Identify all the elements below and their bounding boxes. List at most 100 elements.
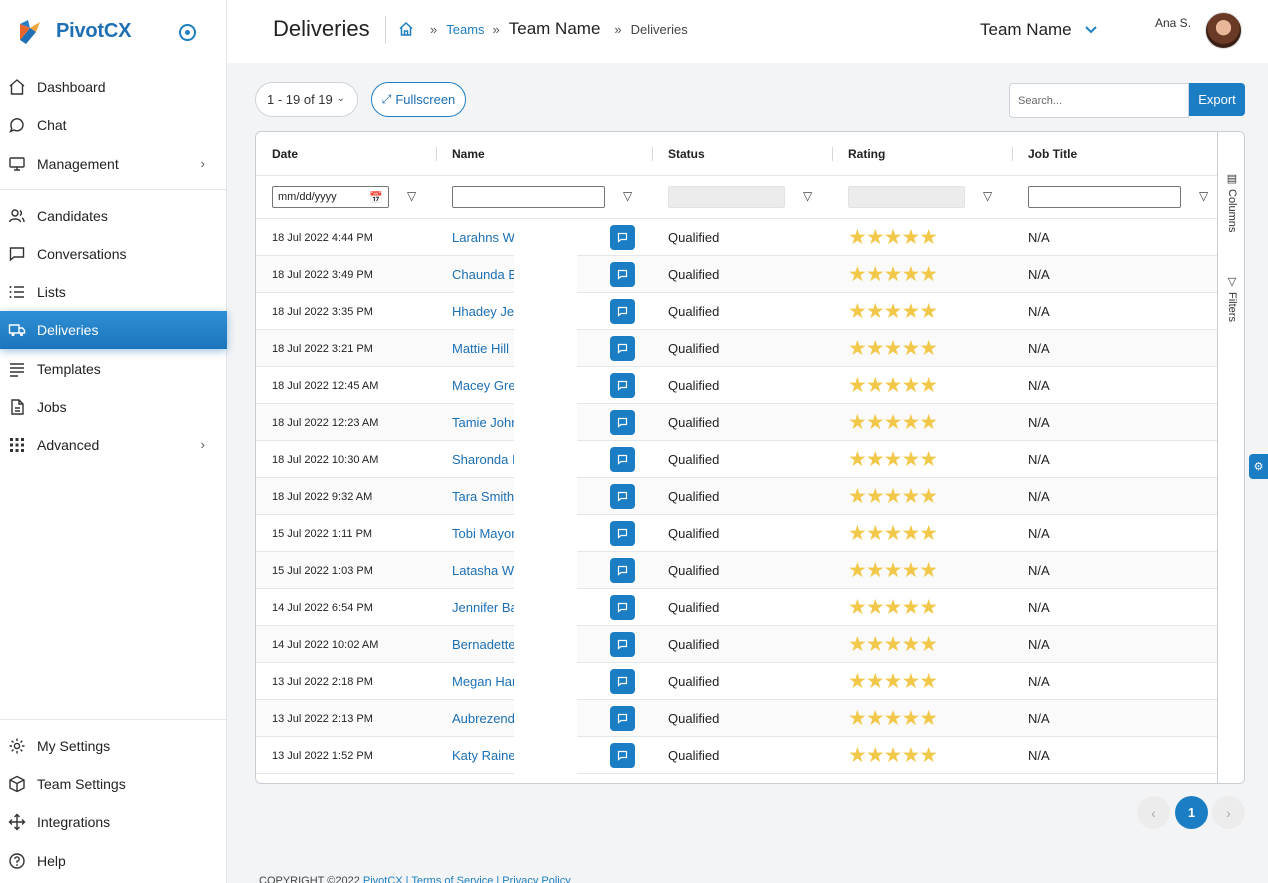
candidate-name-link[interactable]: Mattie Hill: [452, 330, 514, 367]
column-header-job-title[interactable]: Job Title: [1028, 147, 1077, 161]
table-row[interactable]: 18 Jul 2022 4:44 PM Larahns W Qualified ★★★…: [256, 219, 1217, 256]
table-row[interactable]: 18 Jul 2022 12:45 AM Macey Gre Qualified ★★…: [256, 367, 1217, 404]
chat-icon[interactable]: [610, 484, 635, 509]
table-row[interactable]: 13 Jul 2022 1:52 PM Katy Raine Qualified ★★…: [256, 737, 1217, 774]
chat-icon[interactable]: [610, 558, 635, 583]
columns-tab[interactable]: ▤ Columns: [1225, 172, 1239, 232]
filter-icon[interactable]: ▽: [803, 189, 812, 203]
column-resize-handle[interactable]: [1012, 147, 1013, 161]
chat-icon[interactable]: [610, 262, 635, 287]
column-header-name[interactable]: Name: [452, 147, 485, 161]
sidebar-item-my-settings[interactable]: My Settings: [0, 727, 227, 765]
sidebar-item-dashboard[interactable]: Dashboard: [0, 68, 227, 106]
sidebar-item-team-settings[interactable]: Team Settings: [0, 765, 227, 803]
user-name[interactable]: Ana S.: [1155, 16, 1191, 30]
export-button[interactable]: Export: [1189, 83, 1245, 116]
filter-icon[interactable]: ▽: [1199, 189, 1208, 203]
table-row[interactable]: 14 Jul 2022 6:54 PM Jennifer Ba Qualified ★…: [256, 589, 1217, 626]
sidebar-item-conversations[interactable]: Conversations: [0, 235, 227, 273]
chat-icon[interactable]: [610, 299, 635, 324]
filter-icon[interactable]: ▽: [623, 189, 632, 203]
chat-icon[interactable]: [610, 521, 635, 546]
footer-links[interactable]: PivotCX | Terms of Service | Privacy Pol…: [363, 875, 571, 883]
rating-stars: ★★★★★: [848, 670, 938, 693]
current-page-button[interactable]: 1: [1175, 796, 1208, 829]
sidebar-item-advanced[interactable]: Advanced ›: [0, 426, 227, 464]
candidate-name-link[interactable]: Bernadette: [452, 626, 514, 663]
sidebar-item-jobs[interactable]: Jobs: [0, 388, 227, 426]
table-row[interactable]: 13 Jul 2022 2:13 PM Aubrezend Qualified ★★★…: [256, 700, 1217, 737]
table-row[interactable]: 14 Jul 2022 10:02 AM Bernadette Qualified ★…: [256, 626, 1217, 663]
candidate-name-link[interactable]: Tamie Johr: [452, 404, 514, 441]
candidate-name-link[interactable]: Larahns W: [452, 219, 514, 256]
target-icon[interactable]: [179, 24, 196, 41]
chat-icon[interactable]: [610, 373, 635, 398]
fullscreen-button[interactable]: ⤢ Fullscreen: [371, 82, 466, 117]
status-cell: Qualified: [668, 267, 720, 282]
candidate-name-link[interactable]: Megan Har: [452, 663, 514, 700]
sidebar-item-deliveries[interactable]: Deliveries: [0, 311, 227, 349]
candidate-name-link[interactable]: Chaunda B: [452, 256, 514, 293]
candidate-name-link[interactable]: Latasha W: [452, 552, 514, 589]
next-page-button[interactable]: ›: [1212, 796, 1245, 829]
filter-icon[interactable]: ▽: [983, 189, 992, 203]
column-resize-handle[interactable]: [436, 147, 437, 161]
candidate-name-link[interactable]: Jennifer Ba: [452, 589, 514, 626]
home-icon[interactable]: [398, 21, 414, 37]
table-row[interactable]: 18 Jul 2022 10:30 AM Sharonda I Qualified ★…: [256, 441, 1217, 478]
chat-icon[interactable]: [610, 336, 635, 361]
search-input[interactable]: [1009, 83, 1189, 118]
rating-stars: ★★★★★: [848, 411, 938, 434]
chat-icon[interactable]: [610, 743, 635, 768]
chat-icon[interactable]: [610, 706, 635, 731]
column-header-rating[interactable]: Rating: [848, 147, 885, 161]
column-resize-handle[interactable]: [832, 147, 833, 161]
table-row[interactable]: 15 Jul 2022 1:03 PM Latasha W Qualified ★★★…: [256, 552, 1217, 589]
breadcrumb-teams-link[interactable]: Teams: [446, 22, 484, 37]
filter-icon[interactable]: ▽: [407, 189, 416, 203]
date-filter-input[interactable]: mm/dd/yyyy 📅: [272, 186, 389, 208]
sidebar-item-integrations[interactable]: Integrations: [0, 803, 227, 841]
column-header-status[interactable]: Status: [668, 147, 705, 161]
chat-icon[interactable]: [610, 669, 635, 694]
candidate-name-link[interactable]: Katy Raine: [452, 737, 514, 774]
sidebar-item-lists[interactable]: Lists: [0, 273, 227, 311]
name-filter-input[interactable]: [452, 186, 605, 208]
status-cell: Qualified: [668, 230, 720, 245]
candidate-name-link[interactable]: Sharonda I: [452, 441, 514, 478]
table-row[interactable]: 18 Jul 2022 3:21 PM Mattie Hill Qualified ★…: [256, 330, 1217, 367]
previous-page-button[interactable]: ‹: [1137, 796, 1170, 829]
candidate-name-link[interactable]: Tara Smith: [452, 478, 514, 515]
breadcrumb-team-name[interactable]: Team Name: [509, 19, 601, 39]
avatar[interactable]: [1205, 12, 1242, 49]
chat-icon[interactable]: [610, 595, 635, 620]
chat-icon[interactable]: [610, 410, 635, 435]
table-row[interactable]: 18 Jul 2022 12:23 AM Tamie Johr Qualified ★…: [256, 404, 1217, 441]
table-row[interactable]: 18 Jul 2022 9:32 AM Tara Smith Qualified ★★…: [256, 478, 1217, 515]
column-header-date[interactable]: Date: [272, 147, 298, 161]
column-resize-handle[interactable]: [652, 147, 653, 161]
sidebar-item-management[interactable]: Management ›: [0, 145, 227, 183]
breadcrumb-separator: »: [492, 21, 500, 37]
candidate-name-link[interactable]: Macey Gre: [452, 367, 514, 404]
team-select[interactable]: Team Name: [980, 20, 1098, 40]
table-row[interactable]: 13 Jul 2022 2:18 PM Megan Har Qualified ★★★…: [256, 663, 1217, 700]
chat-icon[interactable]: [610, 632, 635, 657]
sidebar-item-templates[interactable]: Templates: [0, 350, 227, 388]
candidate-name-link[interactable]: Hhadey Je: [452, 293, 514, 330]
page-size-select[interactable]: 1 - 19 of 19 ⌄: [255, 82, 358, 117]
sidebar-item-candidates[interactable]: Candidates: [0, 197, 227, 235]
chat-icon[interactable]: [610, 225, 635, 250]
filters-tab[interactable]: ▽ Filters: [1225, 275, 1239, 322]
calendar-icon[interactable]: 📅: [369, 191, 383, 204]
chat-icon[interactable]: [610, 447, 635, 472]
candidate-name-link[interactable]: Aubrezend: [452, 700, 514, 737]
job-title-filter-input[interactable]: [1028, 186, 1181, 208]
settings-gear-icon[interactable]: ⚙: [1249, 454, 1268, 479]
table-row[interactable]: 15 Jul 2022 1:11 PM Tobi Mayor Qualified ★★…: [256, 515, 1217, 552]
sidebar-item-chat[interactable]: Chat: [0, 106, 227, 144]
sidebar-item-help[interactable]: Help: [0, 842, 227, 880]
candidate-name-link[interactable]: Tobi Mayor: [452, 515, 514, 552]
table-row[interactable]: 18 Jul 2022 3:49 PM Chaunda B Qualified ★★★…: [256, 256, 1217, 293]
table-row[interactable]: 18 Jul 2022 3:35 PM Hhadey Je Qualified ★★★…: [256, 293, 1217, 330]
